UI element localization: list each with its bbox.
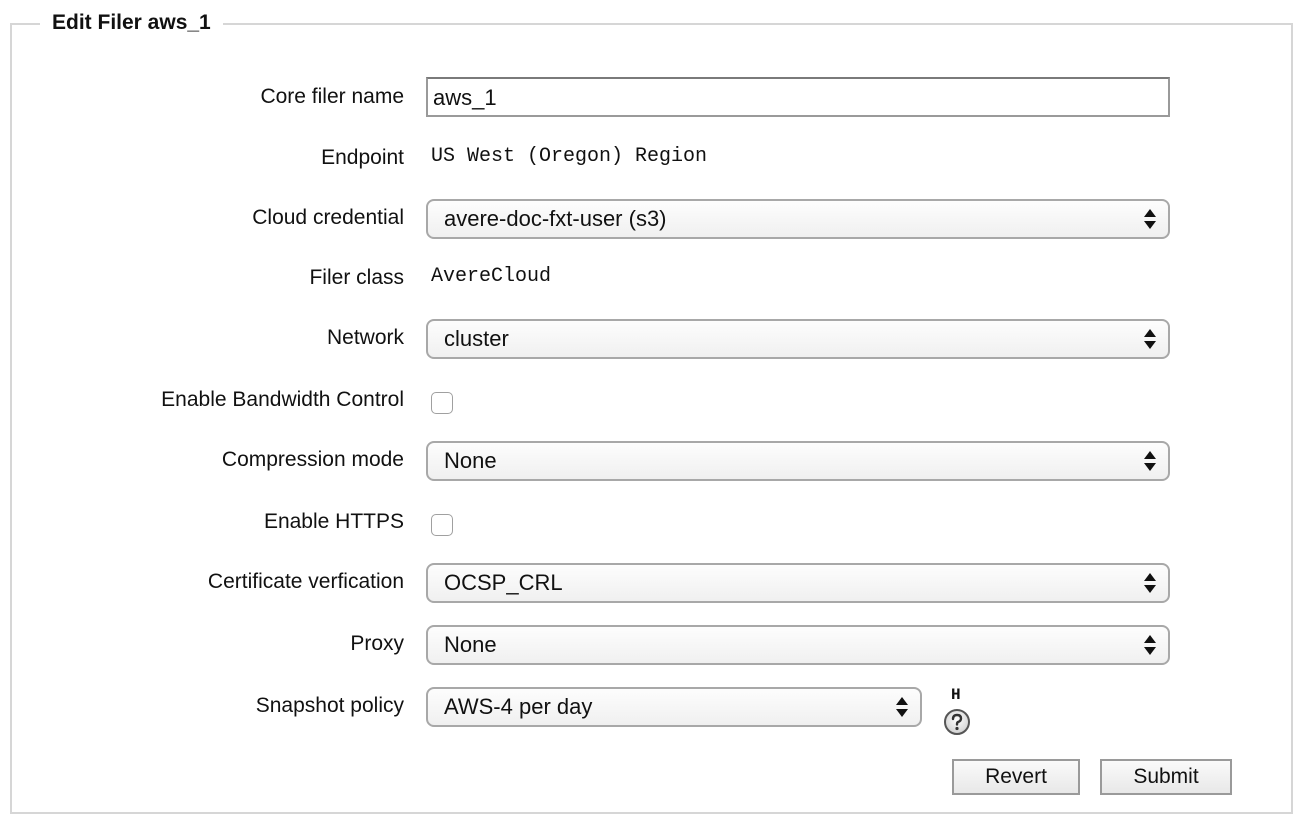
select-arrows-icon — [1144, 329, 1156, 349]
revert-button[interactable]: Revert — [952, 759, 1080, 795]
core-filer-name-input[interactable] — [426, 77, 1170, 117]
compression-mode-selected: None — [444, 448, 497, 473]
endpoint-value: US West (Oregon) Region — [431, 145, 708, 168]
select-arrows-icon — [1144, 573, 1156, 593]
certificate-verification-select[interactable]: OCSP_CRL — [426, 563, 1170, 603]
filer-class-label: Filer class — [309, 266, 404, 289]
compression-mode-label: Compression mode — [221, 448, 404, 471]
core-filer-name-label: Core filer name — [260, 85, 404, 108]
network-label: Network — [326, 326, 404, 349]
snapshot-policy-label: Snapshot policy — [255, 694, 404, 717]
network-selected: cluster — [444, 326, 509, 351]
proxy-label: Proxy — [350, 632, 404, 655]
cloud-credential-label: Cloud credential — [252, 206, 404, 229]
help-letter: H — [951, 686, 961, 704]
bandwidth-control-checkbox[interactable] — [431, 392, 453, 414]
https-checkbox[interactable] — [431, 514, 453, 536]
snapshot-policy-selected: AWS-4 per day — [444, 694, 593, 719]
cloud-credential-select[interactable]: avere-doc-fxt-user (s3) — [426, 199, 1170, 239]
filer-class-value: AvereCloud — [431, 265, 552, 288]
submit-button[interactable]: Submit — [1100, 759, 1232, 795]
select-arrows-icon — [1144, 209, 1156, 229]
network-select[interactable]: cluster — [426, 319, 1170, 359]
certificate-verification-label: Certificate verfication — [207, 570, 404, 593]
cloud-credential-selected: avere-doc-fxt-user (s3) — [444, 206, 667, 231]
compression-mode-select[interactable]: None — [426, 441, 1170, 481]
https-label: Enable HTTPS — [263, 510, 404, 533]
select-arrows-icon — [1144, 635, 1156, 655]
select-arrows-icon — [896, 697, 908, 717]
select-arrows-icon — [1144, 451, 1156, 471]
certificate-verification-selected: OCSP_CRL — [444, 570, 563, 595]
snapshot-policy-select[interactable]: AWS-4 per day — [426, 687, 922, 727]
form-title: Edit Filer aws_1 — [40, 10, 223, 36]
proxy-selected: None — [444, 632, 497, 657]
proxy-select[interactable]: None — [426, 625, 1170, 665]
endpoint-label: Endpoint — [321, 146, 404, 169]
question-circle-icon[interactable] — [943, 708, 971, 736]
bandwidth-control-label: Enable Bandwidth Control — [161, 388, 404, 411]
